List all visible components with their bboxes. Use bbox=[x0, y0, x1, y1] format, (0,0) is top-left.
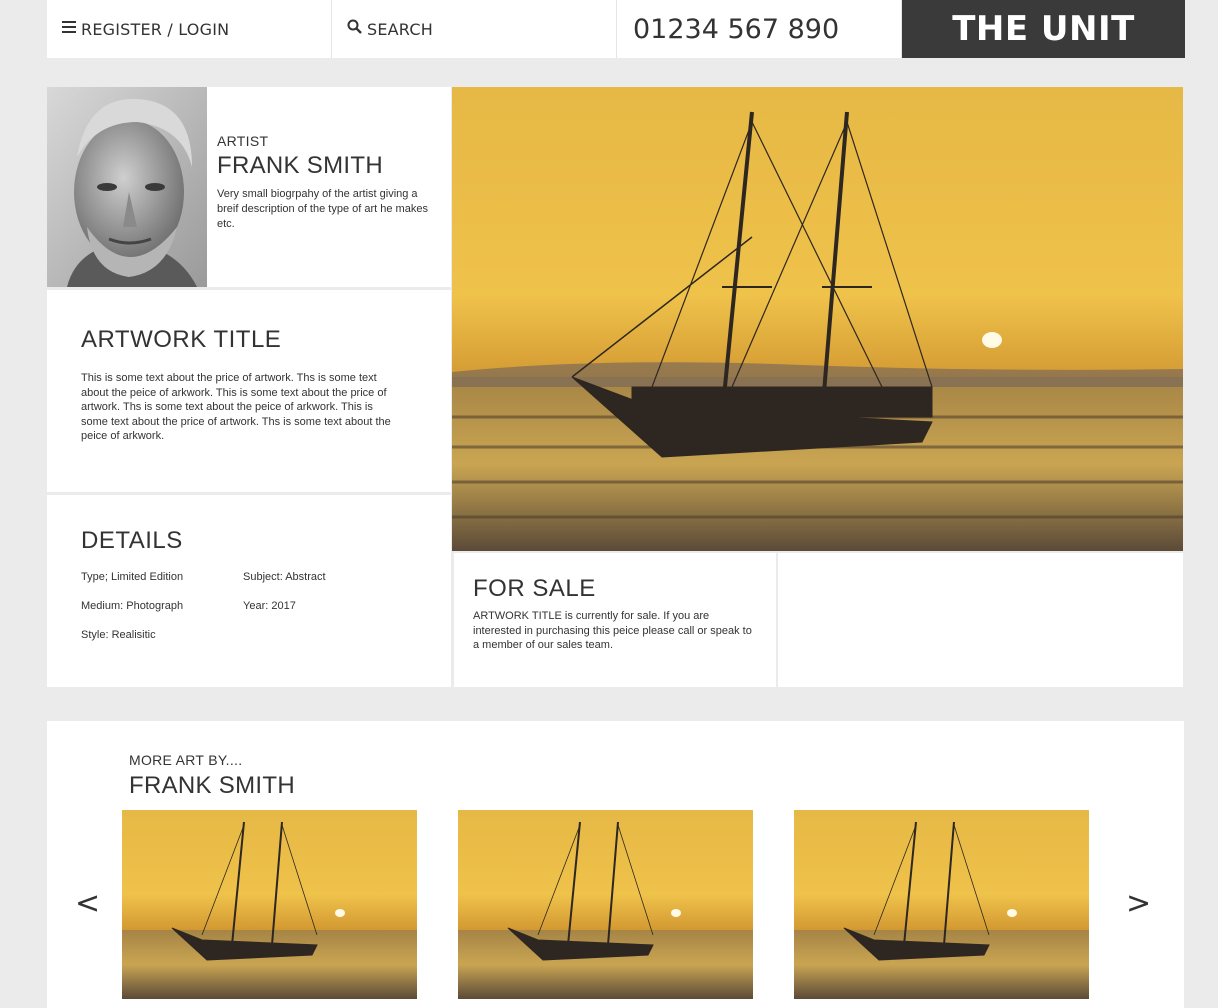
carousel-next-button[interactable]: > bbox=[1126, 889, 1151, 919]
artist-info: ARTIST FRANK SMITH Very small biogrpahy … bbox=[207, 87, 451, 287]
for-sale-heading: FOR SALE bbox=[473, 575, 596, 602]
details-panel: DETAILS Type; Limited Edition Subject: A… bbox=[47, 495, 451, 687]
for-sale-panel: FOR SALE ARTWORK TITLE is currently for … bbox=[454, 553, 776, 687]
more-art-artist-name: FRANK SMITH bbox=[129, 772, 295, 799]
detail-style: Style: Realisitic bbox=[81, 629, 156, 641]
thumbnail-1[interactable] bbox=[122, 810, 417, 999]
thumbnail-2[interactable] bbox=[458, 810, 753, 999]
artwork-title-panel: ARTWORK TITLE This is some text about th… bbox=[47, 290, 451, 492]
phone-text: 01234 567 890 bbox=[633, 13, 840, 45]
detail-type: Type; Limited Edition bbox=[81, 571, 184, 583]
sailing-ship-painting bbox=[452, 87, 1183, 551]
thumbnail-ship-image bbox=[122, 810, 417, 999]
thumbnail-ship-image bbox=[794, 810, 1089, 999]
details-heading: DETAILS bbox=[81, 527, 183, 554]
carousel-prev-button[interactable]: < bbox=[75, 889, 100, 919]
artist-panel: ARTIST FRANK SMITH Very small biogrpahy … bbox=[47, 87, 451, 287]
register-login-link[interactable]: REGISTER / LOGIN bbox=[47, 0, 332, 58]
brand-text: THE UNIT bbox=[952, 9, 1135, 49]
detail-medium: Medium: Photograph bbox=[81, 600, 184, 612]
magnifier-icon bbox=[347, 19, 362, 39]
register-login-label: REGISTER / LOGIN bbox=[81, 19, 230, 39]
empty-panel bbox=[778, 553, 1183, 687]
artist-bio: Very small biogrpahy of the artist givin… bbox=[217, 188, 428, 230]
detail-year: Year: 2017 bbox=[243, 600, 296, 612]
artist-portrait bbox=[47, 87, 207, 287]
artwork-description: This is some text about the price of art… bbox=[81, 372, 391, 442]
for-sale-text: ARTWORK TITLE is currently for sale. If … bbox=[473, 610, 752, 651]
thumbnail-ship-image bbox=[458, 810, 753, 999]
phone-number[interactable]: 01234 567 890 bbox=[617, 0, 902, 58]
search-link[interactable]: SEARCH bbox=[332, 0, 617, 58]
artist-name[interactable]: FRANK SMITH bbox=[217, 152, 441, 180]
hamburger-icon bbox=[62, 20, 76, 38]
detail-subject: Subject: Abstract bbox=[243, 571, 326, 583]
artist-kicker: ARTIST bbox=[217, 133, 269, 149]
details-grid: Type; Limited Edition Subject: Abstract … bbox=[81, 570, 417, 642]
brand-logo[interactable]: THE UNIT bbox=[902, 0, 1185, 58]
artwork-image[interactable] bbox=[452, 87, 1183, 551]
more-art-kicker: MORE ART BY.... bbox=[129, 752, 243, 768]
top-nav: REGISTER / LOGIN SEARCH 01234 567 890 TH… bbox=[47, 0, 1185, 58]
more-art-panel: MORE ART BY.... FRANK SMITH < > bbox=[47, 721, 1184, 1008]
artwork-title: ARTWORK TITLE bbox=[81, 326, 282, 353]
search-label: SEARCH bbox=[367, 19, 433, 39]
thumbnail-3[interactable] bbox=[794, 810, 1089, 999]
